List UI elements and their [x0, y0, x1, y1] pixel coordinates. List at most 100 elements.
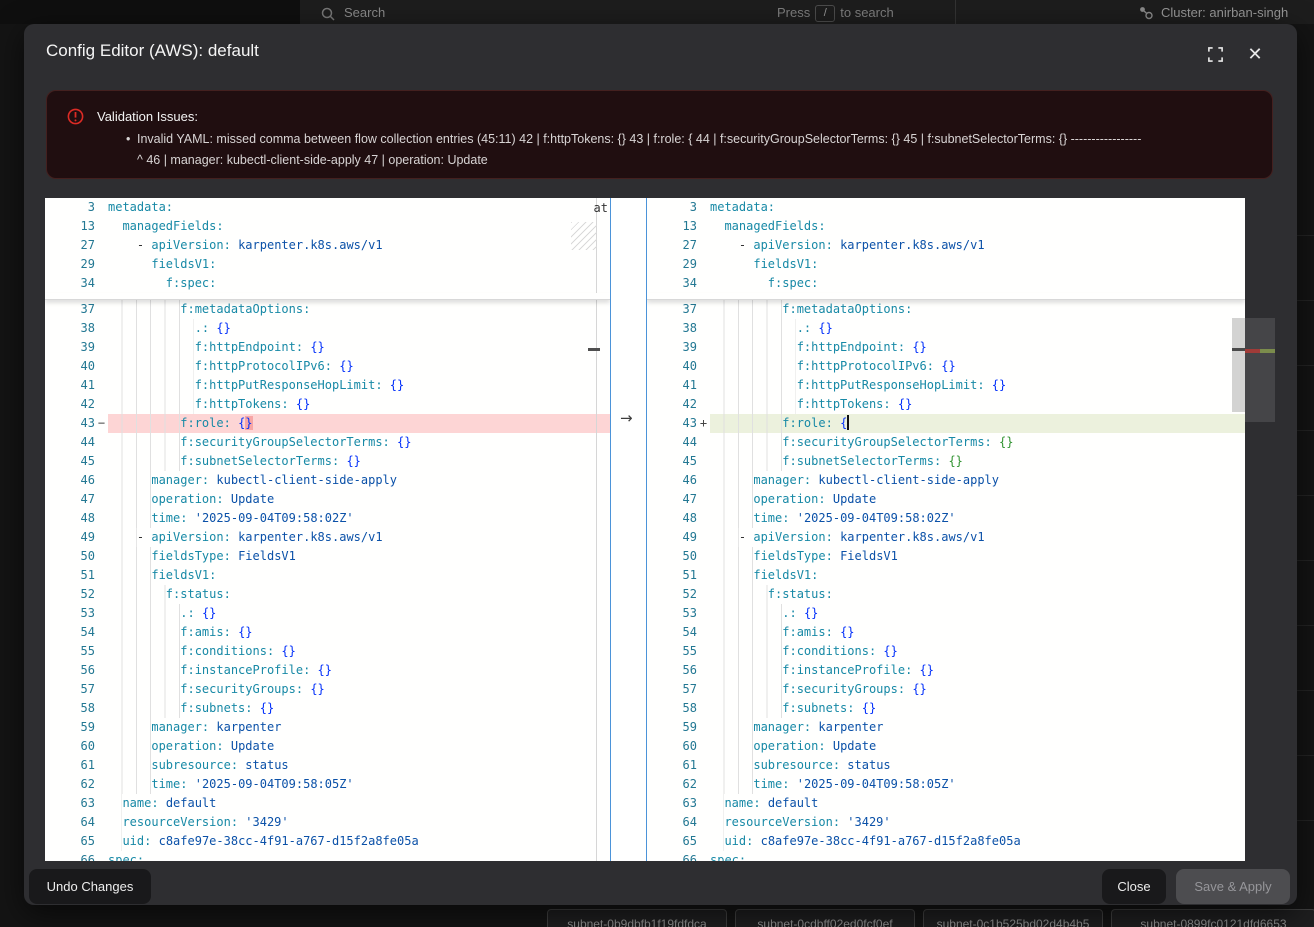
code-line-39-modified[interactable]: 39 f:httpEndpoint: {}: [647, 338, 1245, 357]
code-line-40-modified[interactable]: 40 f:httpProtocolIPv6: {}: [647, 357, 1245, 376]
code-line-50-modified[interactable]: 50 fieldsType: FieldsV1: [647, 547, 1245, 566]
code-line-52-modified[interactable]: 52 f:status:: [647, 585, 1245, 604]
code-line-37-modified[interactable]: 37 f:metadataOptions:: [647, 300, 1245, 319]
code-line-51-original[interactable]: 51 fieldsV1:: [45, 566, 610, 585]
code-line-34-original[interactable]: 34 f:spec:: [45, 274, 610, 293]
code-line-3-modified[interactable]: 3metadata:: [647, 198, 1245, 217]
code-line-49-modified[interactable]: 49 - apiVersion: karpenter.k8s.aws/v1: [647, 528, 1245, 547]
line-number: 65: [45, 832, 95, 851]
diff-sign: [95, 274, 108, 293]
line-number: 57: [45, 680, 95, 699]
close-icon[interactable]: ✕: [1244, 43, 1266, 65]
code-line-41-modified[interactable]: 41 f:httpPutResponseHopLimit: {}: [647, 376, 1245, 395]
line-number: 43: [647, 414, 697, 433]
code-line-48-original[interactable]: 48 time: '2025-09-04T09:58:02Z': [45, 509, 610, 528]
code-modified[interactable]: 37 f:metadataOptions:38 .: {}39 f:httpEn…: [647, 300, 1245, 861]
collapsed-region-original[interactable]: 3metadata:13 managedFields:27 - apiVersi…: [45, 198, 610, 293]
code-line-57-modified[interactable]: 57 f:securityGroups: {}: [647, 680, 1245, 699]
scrollbar-diff-marker[interactable]: [588, 348, 600, 351]
collapsed-region-modified[interactable]: 3metadata:13 managedFields:27 - apiVersi…: [647, 198, 1245, 293]
fullscreen-icon[interactable]: [1204, 43, 1226, 65]
code-line-45-modified[interactable]: 45 f:subnetSelectorTerms: {}: [647, 452, 1245, 471]
copy-change-arrow-icon[interactable]: →: [620, 409, 633, 427]
code-line-27-original[interactable]: 27 - apiVersion: karpenter.k8s.aws/v1: [45, 236, 610, 255]
code-line-61-modified[interactable]: 61 subresource: status: [647, 756, 1245, 775]
code-line-56-original[interactable]: 56 f:instanceProfile: {}: [45, 661, 610, 680]
code-line-52-original[interactable]: 52 f:status:: [45, 585, 610, 604]
code-line-49-original[interactable]: 49 - apiVersion: karpenter.k8s.aws/v1: [45, 528, 610, 547]
code-line-53-original[interactable]: 53 .: {}: [45, 604, 610, 623]
code-line-58-modified[interactable]: 58 f:subnets: {}: [647, 699, 1245, 718]
diff-sign: [95, 794, 108, 813]
code-line-27-modified[interactable]: 27 - apiVersion: karpenter.k8s.aws/v1: [647, 236, 1245, 255]
code-line-63-original[interactable]: 63 name: default: [45, 794, 610, 813]
code-line-56-modified[interactable]: 56 f:instanceProfile: {}: [647, 661, 1245, 680]
code-line-54-original[interactable]: 54 f:amis: {}: [45, 623, 610, 642]
code-line-60-modified[interactable]: 60 operation: Update: [647, 737, 1245, 756]
code-line-43-original[interactable]: 43− f:role: {}: [45, 414, 610, 433]
code-line-45-original[interactable]: 45 f:subnetSelectorTerms: {}: [45, 452, 610, 471]
code-line-53-modified[interactable]: 53 .: {}: [647, 604, 1245, 623]
code-line-55-modified[interactable]: 55 f:conditions: {}: [647, 642, 1245, 661]
code-line-46-modified[interactable]: 46 manager: kubectl-client-side-apply: [647, 471, 1245, 490]
diff-sign: [697, 680, 710, 699]
code-line-38-modified[interactable]: 38 .: {}: [647, 319, 1245, 338]
diff-sign: [697, 623, 710, 642]
code-line-44-modified[interactable]: 44 f:securityGroupSelectorTerms: {}: [647, 433, 1245, 452]
code-line-29-original[interactable]: 29 fieldsV1:: [45, 255, 610, 274]
undo-changes-button[interactable]: Undo Changes: [29, 869, 151, 904]
code-line-54-modified[interactable]: 54 f:amis: {}: [647, 623, 1245, 642]
cluster-selector[interactable]: Cluster: anirban-singh: [1161, 5, 1288, 20]
code-line-40-original[interactable]: 40 f:httpProtocolIPv6: {}: [45, 357, 610, 376]
diff-modified-pane[interactable]: 3metadata:13 managedFields:27 - apiVersi…: [647, 198, 1245, 861]
code-line-62-modified[interactable]: 62 time: '2025-09-04T09:58:05Z': [647, 775, 1245, 794]
code-line-65-modified[interactable]: 65 uid: c8afe97e-38cc-4f91-a767-d15f2a8f…: [647, 832, 1245, 851]
code-line-60-original[interactable]: 60 operation: Update: [45, 737, 610, 756]
code-line-34-modified[interactable]: 34 f:spec:: [647, 274, 1245, 293]
code-line-48-modified[interactable]: 48 time: '2025-09-04T09:58:02Z': [647, 509, 1245, 528]
code-original[interactable]: 37 f:metadataOptions:38 .: {}39 f:httpEn…: [45, 300, 610, 861]
code-line-13-original[interactable]: 13 managedFields:: [45, 217, 610, 236]
diff-original-pane[interactable]: 3metadata:13 managedFields:27 - apiVersi…: [45, 198, 610, 861]
line-number: 38: [45, 319, 95, 338]
line-number: 34: [647, 274, 697, 293]
scrollbar-diff-marker[interactable]: [1232, 348, 1245, 351]
line-number: 66: [647, 851, 697, 861]
line-number: 56: [647, 661, 697, 680]
code-line-29-modified[interactable]: 29 fieldsV1:: [647, 255, 1245, 274]
code-line-39-original[interactable]: 39 f:httpEndpoint: {}: [45, 338, 610, 357]
save-apply-button[interactable]: Save & Apply: [1176, 869, 1290, 904]
diff-overview-ruler[interactable]: [1245, 318, 1275, 422]
code-line-64-modified[interactable]: 64 resourceVersion: '3429': [647, 813, 1245, 832]
close-button[interactable]: Close: [1102, 869, 1166, 904]
code-line-66-modified[interactable]: 66spec:: [647, 851, 1245, 861]
code-line-55-original[interactable]: 55 f:conditions: {}: [45, 642, 610, 661]
code-line-13-modified[interactable]: 13 managedFields:: [647, 217, 1245, 236]
code-line-44-original[interactable]: 44 f:securityGroupSelectorTerms: {}: [45, 433, 610, 452]
code-line-37-original[interactable]: 37 f:metadataOptions:: [45, 300, 610, 319]
search-input[interactable]: Search: [344, 5, 385, 20]
code-line-65-original[interactable]: 65 uid: c8afe97e-38cc-4f91-a767-d15f2a8f…: [45, 832, 610, 851]
code-line-59-original[interactable]: 59 manager: karpenter: [45, 718, 610, 737]
code-line-57-original[interactable]: 57 f:securityGroups: {}: [45, 680, 610, 699]
code-line-41-original[interactable]: 41 f:httpPutResponseHopLimit: {}: [45, 376, 610, 395]
code-line-38-original[interactable]: 38 .: {}: [45, 319, 610, 338]
code-line-46-original[interactable]: 46 manager: kubectl-client-side-apply: [45, 471, 610, 490]
code-line-63-modified[interactable]: 63 name: default: [647, 794, 1245, 813]
code-line-51-modified[interactable]: 51 fieldsV1:: [647, 566, 1245, 585]
code-line-43-modified[interactable]: 43+ f:role: {: [647, 414, 1245, 433]
code-line-61-original[interactable]: 61 subresource: status: [45, 756, 610, 775]
code-line-47-original[interactable]: 47 operation: Update: [45, 490, 610, 509]
code-line-58-original[interactable]: 58 f:subnets: {}: [45, 699, 610, 718]
code-line-50-original[interactable]: 50 fieldsType: FieldsV1: [45, 547, 610, 566]
code-line-64-original[interactable]: 64 resourceVersion: '3429': [45, 813, 610, 832]
scrollbar-thumb[interactable]: [1232, 318, 1245, 412]
code-line-3-original[interactable]: 3metadata:: [45, 198, 610, 217]
yaml-diff-editor[interactable]: 3metadata:13 managedFields:27 - apiVersi…: [45, 198, 1245, 861]
code-line-42-modified[interactable]: 42 f:httpTokens: {}: [647, 395, 1245, 414]
code-line-62-original[interactable]: 62 time: '2025-09-04T09:58:05Z': [45, 775, 610, 794]
code-line-42-original[interactable]: 42 f:httpTokens: {}: [45, 395, 610, 414]
code-line-47-modified[interactable]: 47 operation: Update: [647, 490, 1245, 509]
code-line-66-original[interactable]: 66spec:: [45, 851, 610, 861]
code-line-59-modified[interactable]: 59 manager: karpenter: [647, 718, 1245, 737]
